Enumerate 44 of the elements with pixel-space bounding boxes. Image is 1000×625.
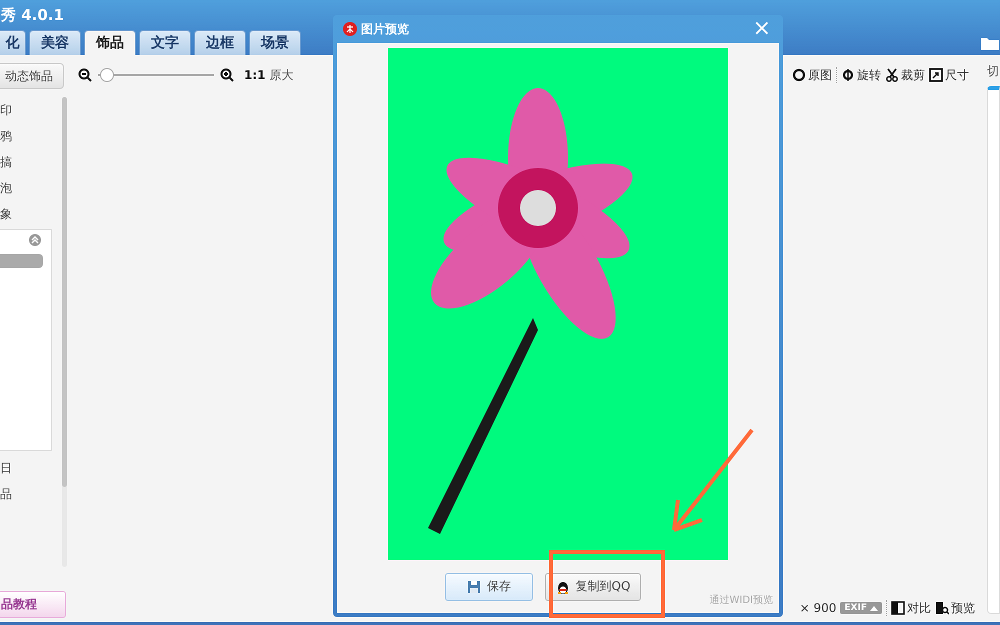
scrollbar[interactable] <box>62 97 67 567</box>
category-item[interactable]: 泡 <box>0 181 12 195</box>
toolbar-button[interactable]: 尺寸 <box>929 66 969 84</box>
toolbar-button[interactable]: 原图 <box>792 66 832 84</box>
preview-note: 通过WIDI预览 <box>710 594 773 607</box>
tab[interactable]: 美容 <box>29 30 81 55</box>
image-size: × 900 <box>800 601 836 615</box>
actual-size-link[interactable]: 原大 <box>270 66 294 84</box>
zoom-in-icon[interactable] <box>220 68 234 82</box>
ratio-label[interactable]: 1:1 <box>244 68 266 82</box>
toolbar-button[interactable]: 预览 <box>935 600 975 616</box>
toolbar-button[interactable]: 对比 <box>891 600 931 616</box>
category-item[interactable]: 日 <box>0 461 12 475</box>
slider-thumb[interactable] <box>100 68 114 82</box>
tab[interactable]: 场景 <box>249 30 301 55</box>
category-item[interactable]: 印 <box>0 103 12 117</box>
category-item[interactable]: 搞 <box>0 155 12 169</box>
app-logo-icon <box>343 22 357 36</box>
toolbar-button[interactable]: 裁剪 <box>885 66 925 84</box>
category-item[interactable]: 品 <box>0 487 12 501</box>
collapse-icon[interactable] <box>29 234 41 246</box>
rotate-icon <box>841 68 855 82</box>
tab[interactable]: 边框 <box>194 30 246 55</box>
tab[interactable]: 饰品 <box>84 30 136 55</box>
copy-button[interactable]: 复制到QQ <box>545 572 641 600</box>
zoom-out-icon[interactable] <box>78 68 92 82</box>
toolbar-button[interactable]: 旋转 <box>841 66 881 84</box>
document-magnifier-icon <box>935 601 949 615</box>
category-item[interactable]: 鸦 <box>0 129 12 143</box>
save-button[interactable]: 保存 <box>445 572 533 600</box>
tutorial-button[interactable]: 品教程 <box>0 591 66 618</box>
scissors-icon <box>885 68 899 82</box>
resize-icon <box>929 68 943 82</box>
tab[interactable]: 化 <box>0 30 26 55</box>
compare-icon <box>891 601 905 615</box>
dialog-title: 图片预览 <box>361 20 409 38</box>
caret-icon <box>870 606 878 610</box>
app-title: 秀 4.0.1 <box>1 6 64 24</box>
circle-icon <box>792 68 806 82</box>
penguin-icon <box>556 580 570 594</box>
side-button[interactable]: 动态饰品 <box>0 63 64 89</box>
category-item[interactable]: 象 <box>0 207 12 221</box>
tab[interactable]: 文字 <box>139 30 191 55</box>
panel-label: 切 <box>987 63 1000 80</box>
